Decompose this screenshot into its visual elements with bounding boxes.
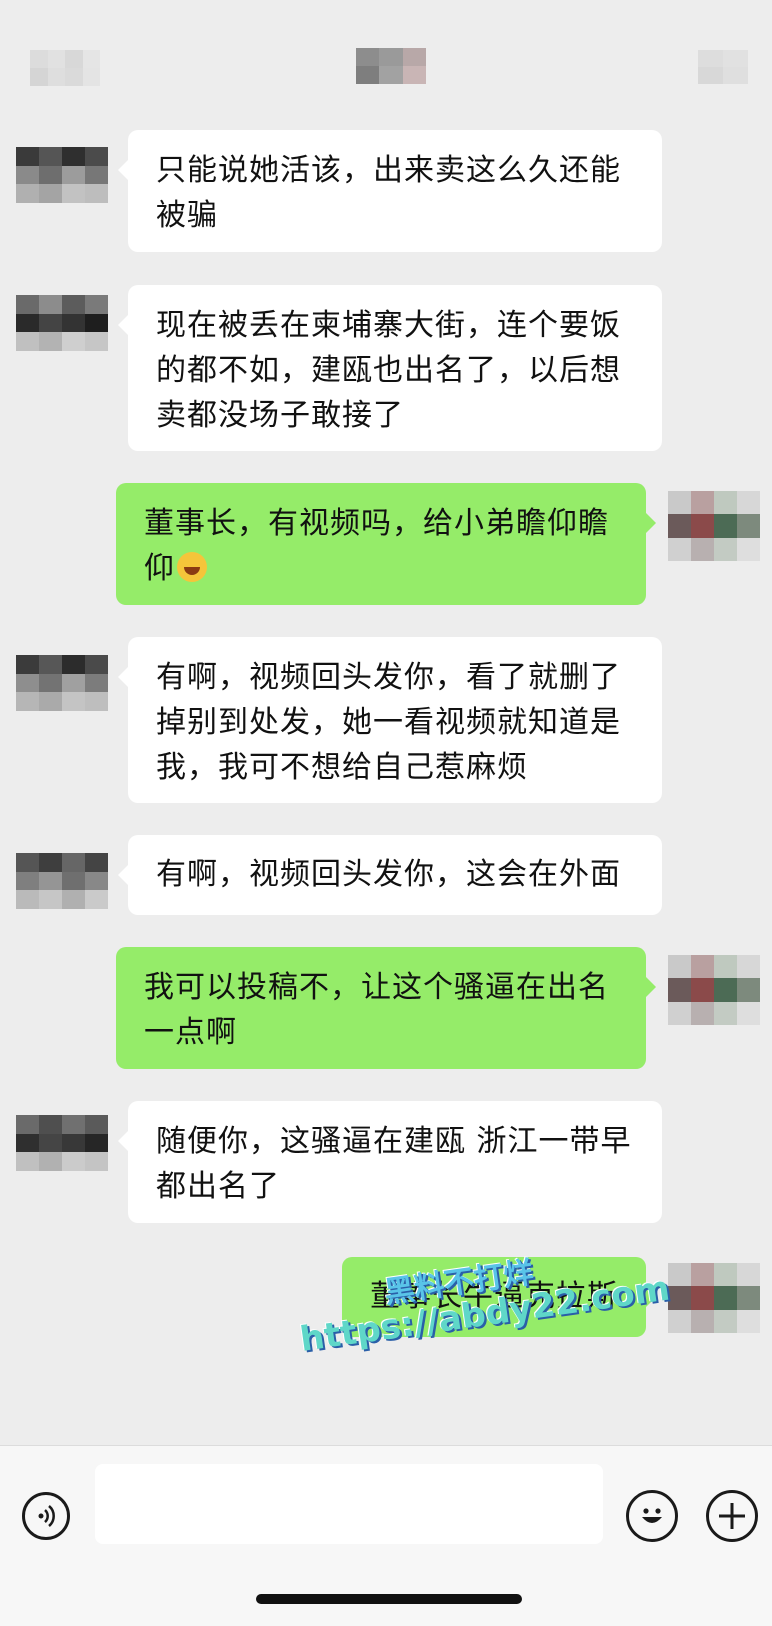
message-text: 董事长牛逼克拉斯 bbox=[370, 1279, 618, 1314]
voice-button[interactable] bbox=[22, 1492, 70, 1540]
emoji-button[interactable] bbox=[626, 1490, 678, 1542]
message-bubble-incoming[interactable]: 有啊，视频回头发你，这会在外面 bbox=[118, 835, 662, 915]
more-functions-button[interactable] bbox=[706, 1490, 758, 1542]
message-bubble-outgoing[interactable]: 我可以投稿不，让这个骚逼在出名一点啊 bbox=[116, 947, 656, 1069]
back-button-pixelated[interactable] bbox=[30, 50, 100, 86]
message-bubble-incoming[interactable]: 随便你，这骚逼在建瓯 浙江一带早都出名了 bbox=[118, 1101, 662, 1223]
message-bubble-incoming[interactable]: 有啊，视频回头发你，看了就删了掉别到处发，她一看视频就知道是我，我可不想给自己惹… bbox=[118, 637, 662, 803]
chat-title-pixelated bbox=[356, 48, 426, 84]
more-button-pixelated[interactable] bbox=[698, 50, 748, 84]
contact-avatar[interactable] bbox=[16, 853, 108, 909]
contact-avatar[interactable] bbox=[16, 147, 108, 203]
contact-avatar[interactable] bbox=[16, 655, 108, 711]
rofl-emoji-icon bbox=[177, 552, 207, 582]
chat-screen: 只能说她活该，出来卖这么久还能被骗 现在被丢在柬埔寨大街，连个要饭的都不如，建瓯… bbox=[0, 0, 772, 1626]
input-toolbar bbox=[0, 1445, 772, 1626]
message-input[interactable] bbox=[95, 1464, 603, 1544]
contact-avatar[interactable] bbox=[16, 295, 108, 351]
top-navigation-bar bbox=[0, 0, 772, 125]
message-text: 只能说她活该，出来卖这么久还能被骗 bbox=[156, 153, 621, 233]
plus-icon bbox=[719, 1503, 745, 1529]
message-list: 只能说她活该，出来卖这么久还能被骗 现在被丢在柬埔寨大街，连个要饭的都不如，建瓯… bbox=[0, 125, 772, 1445]
my-avatar[interactable] bbox=[668, 491, 760, 561]
message-bubble-incoming[interactable]: 现在被丢在柬埔寨大街，连个要饭的都不如，建瓯也出名了，以后想卖都没场子敢接了 bbox=[118, 285, 662, 451]
message-bubble-outgoing[interactable]: 董事长牛逼克拉斯 bbox=[342, 1257, 656, 1337]
contact-avatar[interactable] bbox=[16, 1115, 108, 1171]
voice-icon bbox=[38, 1505, 55, 1527]
message-text: 有啊，视频回头发你，这会在外面 bbox=[156, 857, 621, 892]
message-text: 董事长，有视频吗，给小弟瞻仰瞻仰 bbox=[144, 506, 609, 586]
home-indicator[interactable] bbox=[256, 1594, 522, 1604]
emoji-face-icon bbox=[642, 1508, 662, 1523]
message-text: 我可以投稿不，让这个骚逼在出名一点啊 bbox=[144, 970, 609, 1050]
my-avatar[interactable] bbox=[668, 955, 760, 1025]
message-bubble-incoming[interactable]: 只能说她活该，出来卖这么久还能被骗 bbox=[118, 130, 662, 252]
message-bubble-outgoing[interactable]: 董事长，有视频吗，给小弟瞻仰瞻仰 bbox=[116, 483, 656, 605]
my-avatar[interactable] bbox=[668, 1263, 760, 1333]
message-text: 有啊，视频回头发你，看了就删了掉别到处发，她一看视频就知道是我，我可不想给自己惹… bbox=[156, 660, 621, 785]
message-text: 随便你，这骚逼在建瓯 浙江一带早都出名了 bbox=[156, 1124, 632, 1204]
message-text: 现在被丢在柬埔寨大街，连个要饭的都不如，建瓯也出名了，以后想卖都没场子敢接了 bbox=[156, 308, 621, 433]
